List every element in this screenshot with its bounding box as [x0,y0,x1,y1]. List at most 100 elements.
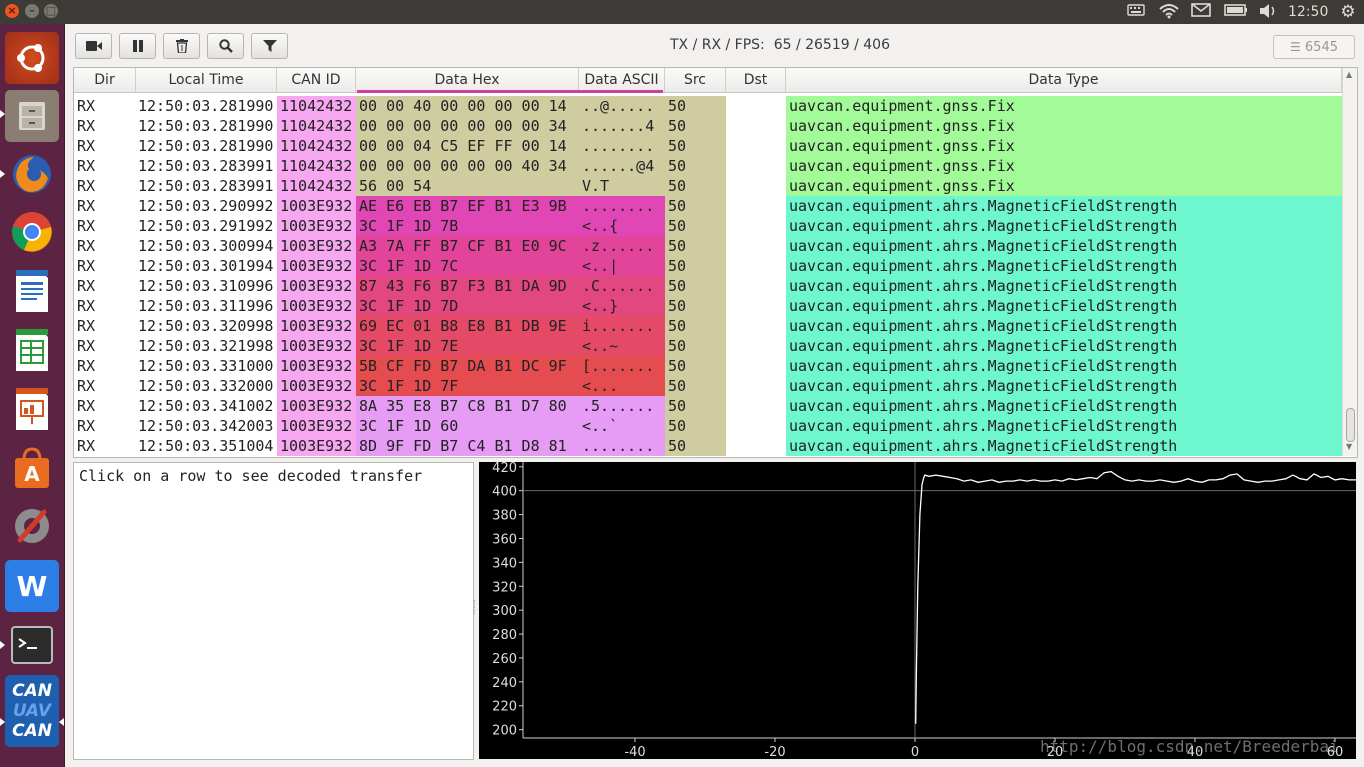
can-id-cell: 11042432 [277,156,356,176]
uavcan-gui-tool-button[interactable]: CAN UAV CAN [5,675,59,747]
time-cell: 12:50:03.290992 [138,197,274,215]
frame-count-display[interactable]: ☰ 6545 [1273,35,1355,59]
column-header-data-type[interactable]: Data Type [786,68,1342,92]
wifi-icon[interactable] [1158,3,1180,21]
data-type-cell: uavcan.equipment.ahrs.MagneticFieldStren… [786,396,1342,416]
software-center-button[interactable]: A [5,442,59,494]
data-hex-cell: 00 00 04 C5 EF FF 00 14 [356,136,579,156]
src-cell: 50 [665,276,726,296]
writer-button[interactable] [5,265,59,317]
dir-cell: RX [77,417,96,435]
scroll-up-arrow-icon[interactable]: ▲ [1346,70,1352,79]
src-cell: 50 [665,316,726,336]
table-row[interactable]: RX 12:50:03.331000 1003E932 5B CF FD B7 DA … [74,356,1342,376]
wps-writer-button[interactable]: W [5,560,59,612]
table-row[interactable]: RX 12:50:03.283991 11042432 00 00 00 00 00 … [74,156,1342,176]
impress-button[interactable] [5,383,59,435]
data-ascii-cell: <..} [579,296,665,316]
vertical-splitter-handle[interactable] [474,600,478,614]
table-scrollbar[interactable]: ▲ ▼ [1342,68,1357,456]
y-tick-label: 420 [492,462,517,476]
x-tick-label: -40 [624,745,645,759]
src-cell: 50 [665,416,726,436]
data-hex-cell: 5B CF FD B7 DA B1 DC 9F [356,356,579,376]
data-type-cell: uavcan.equipment.ahrs.MagneticFieldStren… [786,236,1342,256]
data-ascii-cell: ........ [579,436,665,456]
table-row[interactable]: RX 12:50:03.342003 1003E932 3C 1F 1D 60 <..`… [74,416,1342,436]
table-row[interactable]: RX 12:50:03.290992 1003E932 AE E6 EB B7 EF … [74,196,1342,216]
data-hex-cell: 00 00 00 00 00 00 00 34 [356,116,579,136]
table-row[interactable]: RX 12:50:03.321998 1003E932 3C 1F 1D 7E <..~… [74,336,1342,356]
file-cabinet-icon [19,102,45,130]
column-header-data-ascii[interactable]: Data ASCII [579,68,665,92]
scroll-down-arrow-icon[interactable]: ▼ [1346,442,1352,451]
time-cell: 12:50:03.351004 [138,437,274,455]
table-row[interactable]: RX 12:50:03.341002 1003E932 8A 35 E8 B7 C8 … [74,396,1342,416]
column-header-dst[interactable]: Dst [726,68,786,92]
data-hex-cell: 3C 1F 1D 7C [356,256,579,276]
table-row[interactable]: RX 12:50:03.311996 1003E932 3C 1F 1D 7D <..}… [74,296,1342,316]
table-row[interactable]: RX 12:50:03.351004 1003E932 8D 9F FD B7 C4 … [74,436,1342,456]
scroll-thumb[interactable] [1346,408,1355,442]
dst-cell [726,416,786,436]
column-header-dir[interactable]: Dir [74,68,136,92]
clock[interactable]: 12:50 [1288,3,1328,21]
table-row[interactable]: RX 12:50:03.291992 1003E932 3C 1F 1D 7B <..{… [74,216,1342,236]
table-row[interactable]: RX 12:50:03.283991 11042432 56 00 54 V.T 50 ua… [74,176,1342,196]
keyboard-icon[interactable] [1127,3,1145,21]
column-header-can-id[interactable]: CAN ID [277,68,356,92]
data-hex-cell: 8A 35 E8 B7 C8 B1 D7 80 [356,396,579,416]
decoded-transfer-panel[interactable]: Click on a row to see decoded transfer [73,462,474,760]
table-row[interactable]: RX 12:50:03.281990 11042432 00 00 00 00 00 … [74,116,1342,136]
window-close-button[interactable]: × [5,4,19,18]
src-cell: 50 [665,296,726,316]
src-cell: 50 [665,196,726,216]
volume-icon[interactable] [1257,3,1279,21]
table-row[interactable]: RX 12:50:03.300994 1003E932 A3 7A FF B7 CF … [74,236,1342,256]
x-tick-label: -20 [764,745,785,759]
data-ascii-cell: <..~ [579,336,665,356]
system-settings-button[interactable] [5,500,59,552]
horizontal-splitter-handle[interactable] [700,457,720,461]
column-header-data-hex[interactable]: Data Hex [356,68,579,92]
can-frame-table[interactable]: Dir Local Time CAN ID Data Hex Data ASCI… [73,67,1358,458]
clear-button[interactable] [163,33,200,59]
table-row[interactable]: RX 12:50:03.281990 11042432 00 00 40 00 00 … [74,96,1342,116]
table-row[interactable]: RX 12:50:03.320998 1003E932 69 EC 01 B8 E8 … [74,316,1342,336]
column-header-local-time[interactable]: Local Time [136,68,277,92]
record-button[interactable] [75,33,112,59]
time-cell: 12:50:03.301994 [138,257,274,275]
window-minimize-button[interactable]: – [25,4,39,18]
pause-button[interactable] [119,33,156,59]
dir-cell: RX [77,137,96,155]
table-row[interactable]: RX 12:50:03.281990 11042432 00 00 04 C5 EF … [74,136,1342,156]
ubuntu-dash-button[interactable] [5,32,59,84]
table-row[interactable]: RX 12:50:03.301994 1003E932 3C 1F 1D 7C <..|… [74,256,1342,276]
dir-cell: RX [77,357,96,375]
table-row[interactable]: RX 12:50:03.332000 1003E932 3C 1F 1D 7F <...… [74,376,1342,396]
battery-icon[interactable] [1223,3,1249,21]
chrome-button[interactable] [5,206,59,258]
window-maximize-button[interactable]: □ [44,4,58,18]
search-button[interactable] [207,33,244,59]
calc-button[interactable] [5,324,59,376]
table-row[interactable]: RX 12:50:03.310996 1003E932 87 43 F6 B7 F3 … [74,276,1342,296]
time-cell: 12:50:03.310996 [138,277,274,295]
terminal-button[interactable] [5,619,59,671]
firefox-button[interactable] [5,148,59,200]
src-cell: 50 [665,216,726,236]
filter-button[interactable] [251,33,288,59]
mail-icon[interactable] [1190,3,1212,21]
close-icon: × [7,4,17,17]
plot-area[interactable]: 200 220 240 260 280 300 320 340 360 380 400 420 -40 -… [479,462,1356,759]
y-tick-label: 300 [492,604,517,619]
column-header-src[interactable]: Src [665,68,726,92]
src-cell: 50 [665,256,726,276]
can-id-cell: 1003E932 [277,416,356,436]
settings-gear-icon[interactable]: ⚙ [1338,3,1358,21]
firefox-icon [13,155,51,193]
dst-cell [726,156,786,176]
dst-cell [726,376,786,396]
files-button[interactable] [5,90,59,142]
shopping-bag-icon: A [15,447,49,488]
